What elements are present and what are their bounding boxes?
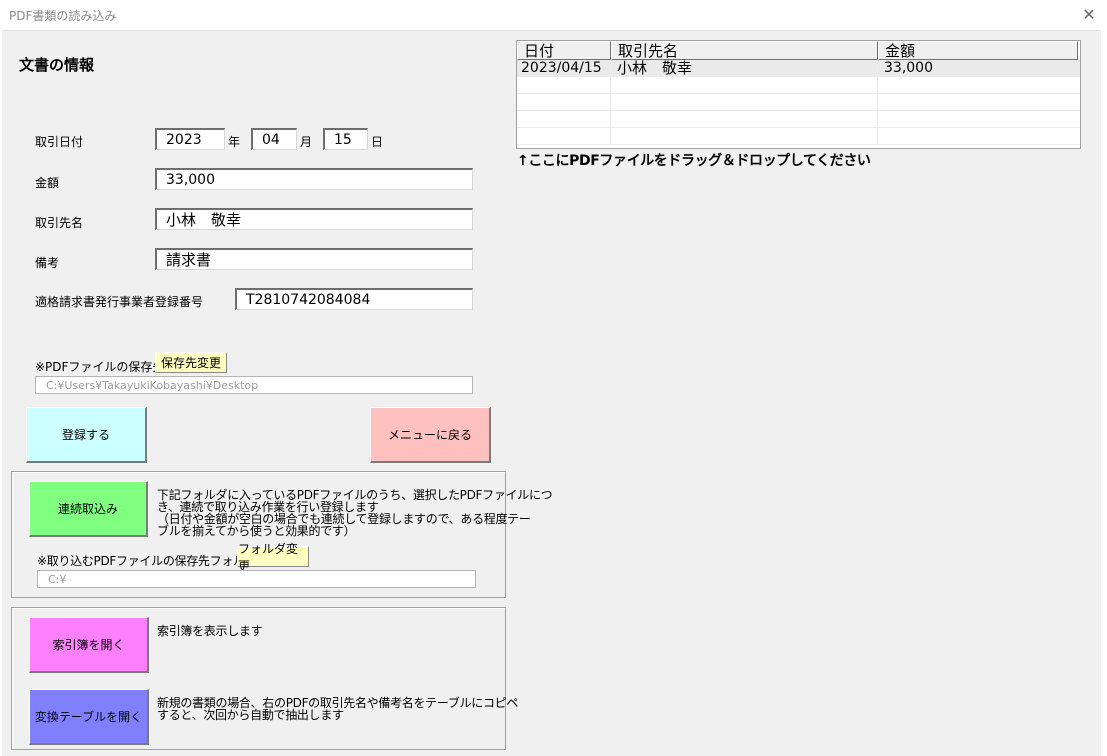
cell-amount xyxy=(878,128,1078,145)
table-desc-line: すると、次回から自動で抽出します xyxy=(157,708,344,722)
cell-amount xyxy=(878,111,1078,128)
cell-amount xyxy=(878,94,1078,111)
month-field[interactable]: 04 xyxy=(251,128,297,150)
year-field[interactable]: 2023 xyxy=(155,128,225,150)
title-bar xyxy=(0,0,1107,31)
amount-label: 金額 xyxy=(35,176,60,190)
table-row[interactable] xyxy=(517,128,1080,145)
import-folder-label: ※取り込むPDFファイルの保存先フォルダ xyxy=(37,554,257,568)
import-folder-path: C:¥ xyxy=(37,570,476,588)
close-icon[interactable]: ✕ xyxy=(1076,2,1102,26)
cell-partner: 小林 敬幸 xyxy=(611,60,878,77)
cell-amount xyxy=(878,77,1078,94)
table-row[interactable] xyxy=(517,94,1080,111)
cell-partner xyxy=(611,128,878,145)
open-conversion-table-button[interactable]: 変換テーブルを開く xyxy=(29,689,149,745)
cell-date xyxy=(517,128,611,145)
cell-date xyxy=(517,111,611,128)
cell-date xyxy=(517,77,611,94)
batch-desc-line: ブルを揃えてから使うと効果的です） xyxy=(157,524,356,538)
cell-partner xyxy=(611,111,878,128)
save-path-field: C:¥Users¥TakayukiKobayashi¥Desktop xyxy=(35,376,473,394)
section-heading: 文書の情報 xyxy=(19,56,95,74)
menu-button[interactable]: メニューに戻る xyxy=(370,407,491,463)
list-header: 日付 取引先名 金額 xyxy=(517,41,1080,60)
partner-field[interactable]: 小林 敬幸 xyxy=(155,208,473,230)
window-right-edge xyxy=(1101,30,1107,756)
conversion-table-description: 新規の書類の場合、右のPDFの取引先名や備考名をテーブルにコピペ すると、次回か… xyxy=(157,697,518,721)
index-description: 索引簿を表示します xyxy=(157,624,263,638)
amount-field[interactable]: 33,000 xyxy=(155,168,473,190)
registration-label: 適格請求書発行事業者登録番号 xyxy=(35,295,204,309)
date-label: 取引日付 xyxy=(35,135,84,149)
batch-import-button[interactable]: 連続取込み xyxy=(29,481,148,537)
year-unit: 年 xyxy=(228,135,241,149)
registration-field[interactable]: T2810742084084 xyxy=(235,288,473,310)
cell-partner xyxy=(611,94,878,111)
month-unit: 月 xyxy=(300,135,313,149)
save-path-label: ※PDFファイルの保存先 xyxy=(35,360,165,374)
cell-partner xyxy=(611,77,878,94)
cell-date xyxy=(517,94,611,111)
window-title: PDF書類の読み込み xyxy=(9,9,117,23)
day-field[interactable]: 15 xyxy=(323,128,368,150)
partner-label: 取引先名 xyxy=(35,216,84,230)
open-index-button[interactable]: 索引簿を開く xyxy=(29,617,149,673)
cell-date: 2023/04/15 xyxy=(517,60,611,77)
table-row[interactable] xyxy=(517,111,1080,128)
column-header-partner[interactable]: 取引先名 xyxy=(611,41,878,60)
register-button[interactable]: 登録する xyxy=(26,407,147,463)
column-header-amount[interactable]: 金額 xyxy=(878,41,1078,60)
batch-description: 下記フォルダに入っているPDFファイルのうち、選択したPDFファイルにつ き、連… xyxy=(157,489,553,538)
change-folder-button[interactable]: フォルダ変更 xyxy=(237,542,309,573)
window-left-edge xyxy=(0,30,2,756)
cell-amount: 33,000 xyxy=(884,60,933,76)
column-header-date[interactable]: 日付 xyxy=(517,41,611,60)
pdf-list-view[interactable]: 日付 取引先名 金額 2023/04/15 小林 敬幸 33,000 xyxy=(516,40,1081,149)
day-unit: 日 xyxy=(371,135,384,149)
note-label: 備考 xyxy=(35,256,60,270)
table-row[interactable] xyxy=(517,77,1080,94)
drop-hint-text: ↑ここにPDFファイルをドラッグ＆ドロップしてください xyxy=(517,153,871,169)
note-field[interactable]: 請求書 xyxy=(155,248,473,270)
table-row[interactable]: 2023/04/15 小林 敬幸 33,000 xyxy=(517,60,1080,77)
change-save-path-button[interactable]: 保存先変更 xyxy=(155,352,227,373)
